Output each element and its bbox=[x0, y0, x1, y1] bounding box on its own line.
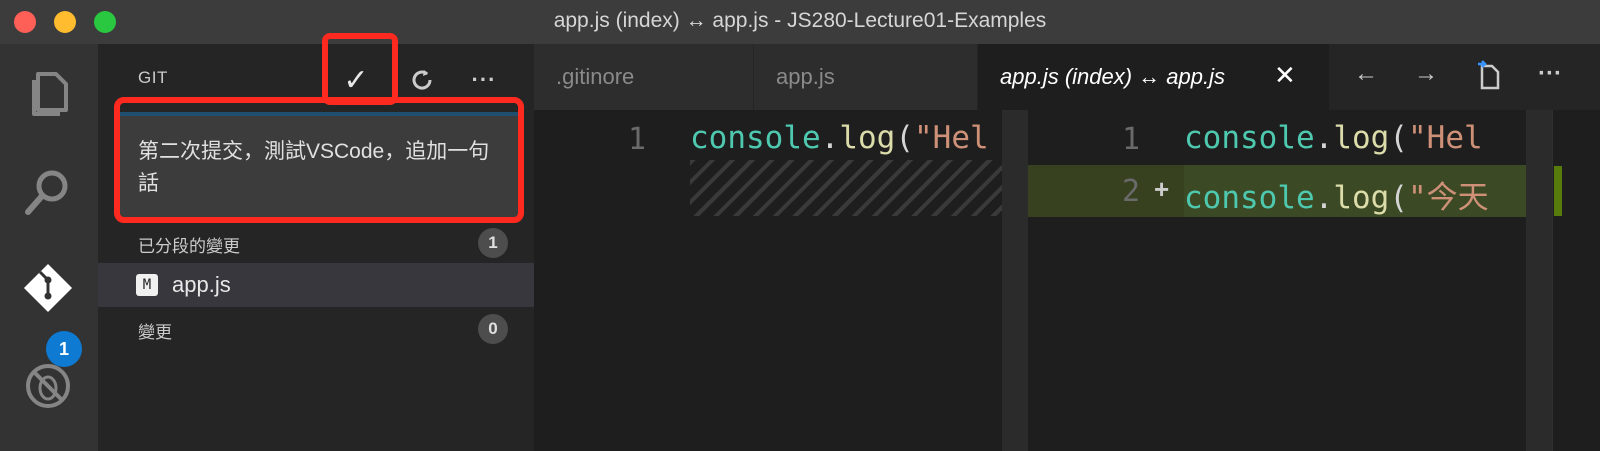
editor-more-button[interactable]: ··· bbox=[1530, 60, 1570, 94]
staged-count-badge: 1 bbox=[478, 228, 508, 258]
highlight-commit-message bbox=[114, 97, 524, 223]
title-bar: app.js (index) ↔ app.js - JS280-Lecture0… bbox=[0, 0, 1600, 44]
close-icon[interactable]: ✕ bbox=[1274, 60, 1296, 91]
activity-bar: 1 bbox=[0, 44, 98, 451]
tab-gitinore[interactable]: .gitinore bbox=[534, 44, 754, 110]
staged-changes-header[interactable]: 已分段的變更 1 bbox=[98, 222, 534, 262]
next-change-button[interactable]: → bbox=[1406, 60, 1446, 94]
more-actions-button[interactable]: ··· bbox=[464, 62, 504, 98]
modified-status-icon: M bbox=[136, 274, 158, 296]
staged-changes-label: 已分段的變更 bbox=[138, 237, 240, 256]
added-marker: + bbox=[1154, 174, 1170, 204]
refresh-icon bbox=[412, 70, 432, 90]
line-number: 2 bbox=[1122, 174, 1141, 209]
file-item-app-js[interactable]: M app.js bbox=[98, 263, 534, 307]
line-number: 1 bbox=[1122, 122, 1141, 157]
overview-ruler bbox=[1552, 110, 1600, 451]
code-line: console.log("Hel bbox=[690, 120, 989, 156]
files-icon[interactable] bbox=[20, 64, 76, 120]
scrollbar[interactable] bbox=[1526, 110, 1552, 451]
refresh-button[interactable] bbox=[402, 62, 442, 98]
code-line: console.log("今天 bbox=[1184, 180, 1489, 216]
code-line: console.log("Hel bbox=[1184, 120, 1483, 156]
open-file-button[interactable] bbox=[1470, 60, 1510, 94]
changes-header[interactable]: 變更 0 bbox=[98, 308, 534, 348]
open-file-icon bbox=[1478, 60, 1500, 90]
tab-label: app.js (index) ↔ app.js bbox=[1000, 64, 1225, 89]
file-name: app.js bbox=[172, 272, 231, 297]
tab-bar: .gitinore app.js app.js (index) ↔ app.js… bbox=[534, 44, 1600, 110]
tab-app-js[interactable]: app.js bbox=[754, 44, 978, 110]
changes-count-badge: 0 bbox=[478, 314, 508, 344]
tab-label: .gitinore bbox=[556, 64, 635, 89]
window-title: app.js (index) ↔ app.js - JS280-Lecture0… bbox=[553, 9, 1047, 32]
debug-icon[interactable] bbox=[20, 358, 76, 414]
highlight-commit-button bbox=[322, 33, 398, 105]
deleted-placeholder bbox=[690, 160, 1028, 216]
added-ruler-mark bbox=[1554, 166, 1562, 216]
tab-app-js-diff[interactable]: app.js (index) ↔ app.js ✕ bbox=[978, 44, 1330, 110]
scrollbar[interactable] bbox=[1002, 110, 1028, 451]
previous-change-button[interactable]: ← bbox=[1346, 60, 1386, 94]
search-icon[interactable] bbox=[20, 164, 76, 220]
git-icon[interactable] bbox=[20, 260, 76, 316]
sidebar-title: GIT bbox=[138, 68, 168, 87]
modified-editor[interactable]: 1 console.log("Hel 2 + console.log("今天 bbox=[1028, 110, 1600, 451]
line-number: 1 bbox=[628, 122, 647, 157]
tab-label: app.js bbox=[776, 64, 835, 89]
changes-label: 變更 bbox=[138, 323, 172, 342]
original-editor[interactable]: 1 console.log("Hel bbox=[534, 110, 1028, 451]
